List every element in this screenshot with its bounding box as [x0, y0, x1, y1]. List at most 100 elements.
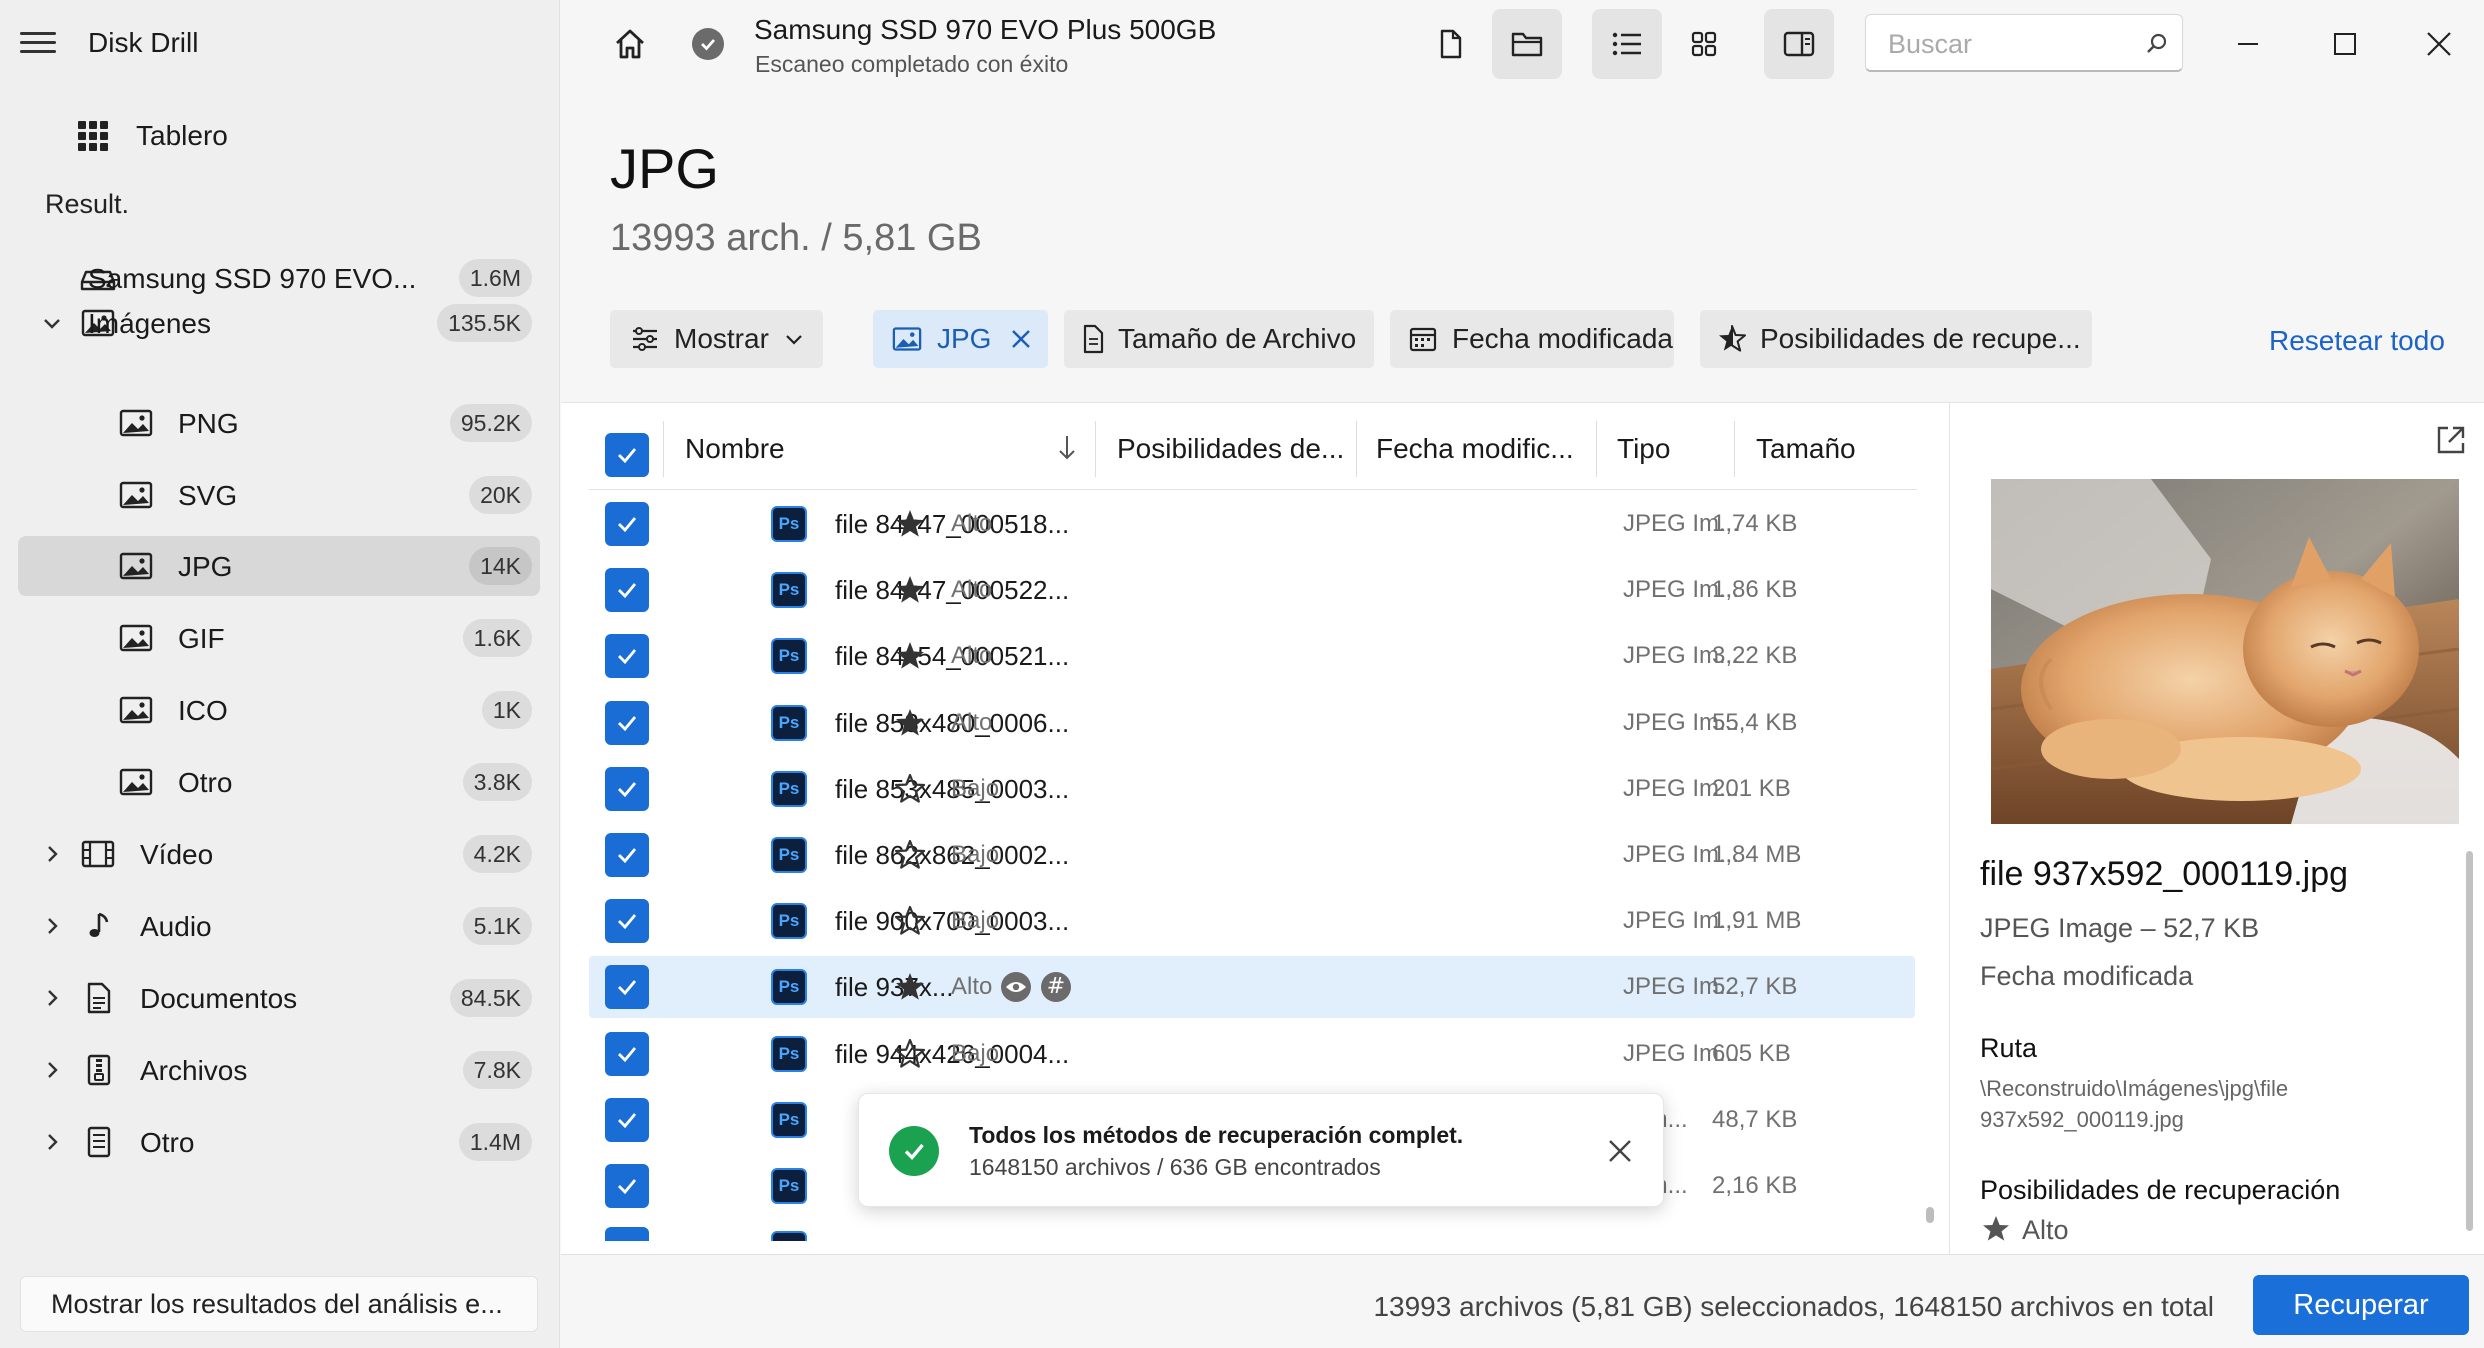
search-icon[interactable]: [2145, 32, 2169, 56]
menu-icon[interactable]: [20, 28, 56, 58]
chevron-right-icon[interactable]: [40, 914, 64, 938]
open-external-icon[interactable]: [2434, 423, 2468, 457]
chevron-down-icon[interactable]: [40, 311, 64, 335]
recovery-chance: Bajo: [951, 1040, 1000, 1067]
row-checkbox[interactable]: [605, 701, 649, 745]
sidebar-item-audio[interactable]: Audio 5.1K: [18, 896, 540, 956]
row-checkbox[interactable]: [605, 767, 649, 811]
sidebar-item-label: Documentos: [140, 983, 298, 1014]
sort-arrow-down-icon[interactable]: [1055, 433, 1079, 463]
cat-photo-thumbnail[interactable]: [1991, 479, 2459, 824]
chevron-right-icon[interactable]: [40, 842, 64, 866]
table-row[interactable]: Ps file 937x... # Alto JPEG Im... 52,7 KB: [589, 956, 1915, 1018]
row-checkbox[interactable]: [605, 833, 649, 877]
column-header-chances[interactable]: Posibilidades de...: [1117, 433, 1344, 465]
toast-title: Todos los métodos de recuperación comple…: [969, 1122, 1464, 1148]
close-window-button[interactable]: [2413, 18, 2465, 70]
table-row[interactable]: Ps file 862x862_0002... Bajo JPEG Im... 1,84…: [589, 824, 1915, 886]
sidebar-item-image-other[interactable]: Otro 3.8K: [18, 752, 540, 812]
preview-panel-toggle-icon[interactable]: [1764, 9, 1834, 79]
sidebar-item-images[interactable]: Imágenes 135.5K: [18, 293, 540, 353]
close-icon[interactable]: [1009, 327, 1033, 351]
hash-icon[interactable]: #: [1041, 972, 1071, 1002]
photoshop-file-icon: Ps: [771, 506, 807, 542]
table-scrollbar[interactable]: [1926, 1207, 1934, 1223]
row-checkbox[interactable]: [605, 899, 649, 943]
file-size: 48,7 KB: [1712, 1106, 1798, 1133]
sidebar-item-documents[interactable]: Documentos 84.5K: [18, 968, 540, 1028]
count-badge: 5.1K: [462, 907, 532, 945]
search-box[interactable]: [1865, 14, 2183, 72]
count-badge: 1K: [481, 691, 532, 729]
file-size: 52,7 KB: [1712, 973, 1798, 1000]
eye-icon[interactable]: [1001, 972, 1031, 1002]
grid-view-icon[interactable]: [1669, 9, 1739, 79]
image-icon: [892, 327, 922, 351]
row-checkbox[interactable]: [605, 1098, 649, 1142]
sidebar-item-png[interactable]: PNG 95.2K: [18, 393, 540, 453]
recovery-chances-filter-button[interactable]: Posibilidades de recupe...: [1700, 310, 2092, 368]
document-icon: [87, 982, 111, 1014]
maximize-window-button[interactable]: [2319, 18, 2371, 70]
row-checkbox[interactable]: [605, 965, 649, 1009]
row-checkbox[interactable]: [605, 634, 649, 678]
row-checkbox[interactable]: [605, 568, 649, 612]
preview-panel: file 937x592_000119.jpg JPEG Image – 52,…: [1949, 402, 2484, 1254]
column-header-type[interactable]: Tipo: [1617, 433, 1670, 465]
show-filter-button[interactable]: Mostrar: [610, 310, 823, 368]
file-size-filter-button[interactable]: Tamaño de Archivo: [1064, 310, 1374, 368]
sliders-icon: [633, 327, 657, 351]
select-all-checkbox[interactable]: [605, 433, 649, 477]
sidebar-item-ico[interactable]: ICO 1K: [18, 680, 540, 740]
row-checkbox[interactable]: [605, 1164, 649, 1208]
table-row[interactable]: [589, 1221, 1915, 1241]
table-row[interactable]: Ps file 84x47_000518... Alto JPEG Im... 1,74…: [589, 493, 1915, 555]
column-header-size[interactable]: Tamaño: [1756, 433, 1856, 465]
sidebar-item-gif[interactable]: GIF 1.6K: [18, 608, 540, 668]
preview-scrollbar[interactable]: [2466, 851, 2473, 1231]
recovery-complete-toast: Todos los métodos de recuperación comple…: [858, 1093, 1664, 1207]
count-badge: 84.5K: [449, 979, 532, 1017]
chevron-right-icon[interactable]: [40, 986, 64, 1010]
home-icon[interactable]: [595, 9, 665, 79]
sidebar-item-jpg[interactable]: JPG 14K: [18, 536, 540, 596]
scan-status: Escaneo completado con éxito: [755, 51, 1069, 77]
table-row[interactable]: Ps file 853x485_0003... Bajo JPEG Im... 201 …: [589, 758, 1915, 820]
table-row[interactable]: Ps file 853x480_0006... Alto JPEG Im... 55,4…: [589, 692, 1915, 754]
file-view-icon[interactable]: [1415, 9, 1485, 79]
recovery-chance: Alto: [951, 576, 993, 603]
table-row[interactable]: Ps file 900x700_0003... Bajo JPEG Im... 1,91…: [589, 890, 1915, 952]
chevron-right-icon[interactable]: [40, 1058, 64, 1082]
file-size: 3,22 KB: [1712, 642, 1798, 669]
search-input[interactable]: [1888, 29, 2128, 60]
sidebar-item-dashboard[interactable]: Tablero: [78, 114, 228, 158]
list-view-icon[interactable]: [1592, 9, 1662, 79]
table-row[interactable]: Ps file 84x54_000521... Alto JPEG Im... 3,22…: [589, 625, 1915, 687]
close-icon[interactable]: [1607, 1138, 1633, 1164]
row-checkbox[interactable]: [605, 1227, 649, 1241]
sidebar-item-video[interactable]: Vídeo 4.2K: [18, 824, 540, 884]
folder-view-icon[interactable]: [1492, 9, 1562, 79]
show-scan-results-button[interactable]: Mostrar los resultados del análisis e...: [20, 1276, 538, 1332]
image-icon: [119, 768, 153, 796]
sidebar-item-svg[interactable]: SVG 20K: [18, 465, 540, 525]
reset-all-link[interactable]: Resetear todo: [2269, 325, 2445, 357]
table-row[interactable]: Ps file 944x426_0004... Bajo JPEG Im... 605 …: [589, 1023, 1915, 1085]
star-filled-icon: [896, 642, 924, 669]
jpg-filter-chip[interactable]: JPG: [873, 310, 1048, 368]
count-badge: 3.8K: [462, 763, 532, 801]
footer-bar: 13993 archivos (5,81 GB) seleccionados, …: [561, 1254, 2484, 1348]
column-header-name[interactable]: Nombre: [685, 433, 785, 465]
recover-button[interactable]: Recuperar: [2253, 1275, 2469, 1335]
sidebar-item-label: Samsung SSD 970 EVO...: [88, 263, 417, 294]
row-checkbox[interactable]: [605, 1032, 649, 1076]
column-header-date[interactable]: Fecha modific...: [1376, 433, 1574, 465]
chevron-right-icon[interactable]: [40, 1130, 64, 1154]
minimize-window-button[interactable]: [2222, 18, 2274, 70]
preview-chances-value: Alto: [2022, 1215, 2069, 1245]
sidebar-item-archives[interactable]: Archivos 7.8K: [18, 1040, 540, 1100]
table-row[interactable]: Ps file 84x47_000522... Alto JPEG Im... 1,86…: [589, 559, 1915, 621]
date-filter-button[interactable]: Fecha modificada: [1390, 310, 1674, 368]
row-checkbox[interactable]: [605, 502, 649, 546]
sidebar-item-other[interactable]: Otro 1.4M: [18, 1112, 540, 1172]
